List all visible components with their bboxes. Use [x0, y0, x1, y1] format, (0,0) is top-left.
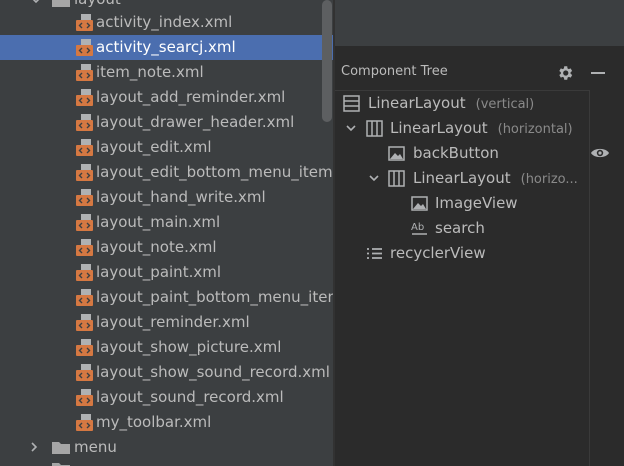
ct-node-linearlayout-nested[interactable]: LinearLayout (horizo... [335, 166, 589, 191]
ct-node-linearlayout-horizontal[interactable]: LinearLayout (horizontal) [335, 116, 589, 141]
tree-file-item[interactable]: layout_drawer_header.xml [0, 110, 333, 135]
tree-file-label: my_toolbar.xml [96, 413, 212, 431]
tree-file-item[interactable]: layout_edit_bottom_menu_item.xml [0, 160, 333, 185]
folder-icon [52, 442, 70, 454]
ct-node-sublabel: (horizontal) [497, 122, 573, 137]
xml-file-icon [76, 364, 93, 381]
tree-file-label: layout_sound_record.xml [96, 388, 284, 406]
xml-file-icon [76, 289, 93, 306]
tree-file-label: layout_hand_write.xml [96, 188, 266, 206]
xml-file-icon [76, 414, 93, 431]
ct-node-imageview[interactable]: ImageView [335, 191, 589, 216]
ct-node-label: LinearLayout [368, 94, 466, 112]
tree-file-label: activity_index.xml [96, 13, 233, 31]
tree-file-item[interactable]: layout_hand_write.xml [0, 185, 333, 210]
ct-node-search[interactable]: Ab search [335, 216, 589, 241]
eye-icon[interactable] [590, 145, 610, 161]
project-scrollbar[interactable] [322, 0, 332, 122]
tree-file-item[interactable]: layout_sound_record.xml [0, 385, 333, 410]
gear-icon[interactable] [556, 64, 574, 82]
tree-file-label: item_note.xml [96, 63, 204, 81]
tree-file-label: layout_note.xml [96, 238, 217, 256]
component-tree-header: Component Tree [335, 60, 624, 86]
tree-file-item[interactable]: item_note.xml [0, 60, 333, 85]
ct-node-label: LinearLayout [413, 169, 511, 187]
minus-icon [591, 72, 605, 74]
tree-file-item[interactable]: layout_show_sound_record.xml [0, 360, 333, 385]
xml-file-icon [76, 139, 93, 156]
ct-node-sublabel: (horizo... [520, 172, 578, 187]
ct-node-backbutton[interactable]: backButton [335, 141, 589, 166]
tree-file-label: activity_searcj.xml [96, 38, 236, 56]
folder-icon [52, 463, 70, 466]
image-icon [388, 146, 405, 161]
xml-file-icon [76, 389, 93, 406]
chevron-down-icon[interactable] [345, 122, 357, 134]
tree-file-label: layout_show_sound_record.xml [96, 363, 330, 381]
tree-file-label: layout_edit_bottom_menu_item.xml [96, 163, 333, 181]
tree-file-label: layout_main.xml [96, 213, 221, 231]
tree-file-label: layout_edit.xml [96, 138, 212, 156]
text-icon: Ab [411, 222, 427, 235]
xml-file-icon [76, 14, 93, 31]
tree-file-item[interactable]: layout_edit.xml [0, 135, 333, 160]
xml-file-icon [76, 189, 93, 206]
linear-layout-horizontal-icon [366, 120, 383, 137]
xml-file-icon [76, 114, 93, 131]
xml-file-icon [76, 264, 93, 281]
chevron-down-icon[interactable] [30, 0, 42, 6]
ct-node-label: ImageView [435, 194, 518, 212]
tree-file-item[interactable]: layout_paint_bottom_menu_item.xml [0, 285, 333, 310]
svg-text:Ab: Ab [411, 222, 424, 233]
ct-node-sublabel: (vertical) [475, 97, 535, 112]
tree-file-item[interactable]: layout_paint.xml [0, 260, 333, 285]
editor-toolbar-area [335, 0, 624, 46]
ct-node-root-linearlayout[interactable]: LinearLayout (vertical) [335, 91, 589, 116]
ct-node-label: LinearLayout [390, 119, 488, 137]
xml-file-icon [76, 314, 93, 331]
list-icon [367, 248, 382, 259]
tree-file-label: layout_add_reminder.xml [96, 88, 286, 106]
tree-file-item[interactable]: layout_show_picture.xml [0, 335, 333, 360]
xml-file-icon [76, 239, 93, 256]
ct-node-recyclerview[interactable]: recyclerView [335, 241, 589, 266]
tree-file-item[interactable]: layout_note.xml [0, 235, 333, 260]
xml-file-icon [76, 89, 93, 106]
xml-file-icon [76, 164, 93, 181]
linear-layout-vertical-icon [343, 95, 360, 112]
tree-folder-label: layout [74, 0, 121, 9]
ct-node-label: search [435, 219, 485, 237]
tree-folder-label: menu [74, 438, 117, 456]
tree-file-item[interactable]: activity_index.xml [0, 10, 333, 35]
tree-file-item[interactable]: layout_add_reminder.xml [0, 85, 333, 110]
tree-file-label: layout_paint.xml [96, 263, 221, 281]
tree-file-label: layout_show_picture.xml [96, 338, 282, 356]
component-tree-title: Component Tree [341, 64, 448, 79]
xml-file-icon [76, 214, 93, 231]
tree-file-label: layout_paint_bottom_menu_item.xml [96, 288, 333, 306]
tree-folder-menu[interactable]: menu [0, 435, 333, 460]
ct-node-label: backButton [413, 144, 499, 162]
xml-file-icon [76, 64, 93, 81]
ct-node-label: recyclerView [390, 244, 486, 262]
component-tree-panel: Component Tree LinearLayout (vertical) Li… [335, 0, 624, 466]
tree-file-item[interactable]: layout_reminder.xml [0, 310, 333, 335]
chevron-right-icon[interactable] [28, 441, 40, 453]
chevron-down-icon[interactable] [368, 172, 380, 184]
tree-file-label: layout_drawer_header.xml [96, 113, 295, 131]
tree-file-label: layout_reminder.xml [96, 313, 250, 331]
xml-file-icon [76, 39, 93, 56]
tree-file-item[interactable]: my_toolbar.xml [0, 410, 333, 435]
tree-file-item[interactable]: layout_main.xml [0, 210, 333, 235]
xml-file-icon [76, 339, 93, 356]
linear-layout-horizontal-icon [388, 170, 405, 187]
image-icon [411, 196, 428, 211]
tree-file-item[interactable]: activity_searcj.xml [0, 35, 333, 60]
folder-icon [52, 0, 70, 7]
project-panel: layout activity_index.xml activity_searcj… [0, 0, 333, 466]
